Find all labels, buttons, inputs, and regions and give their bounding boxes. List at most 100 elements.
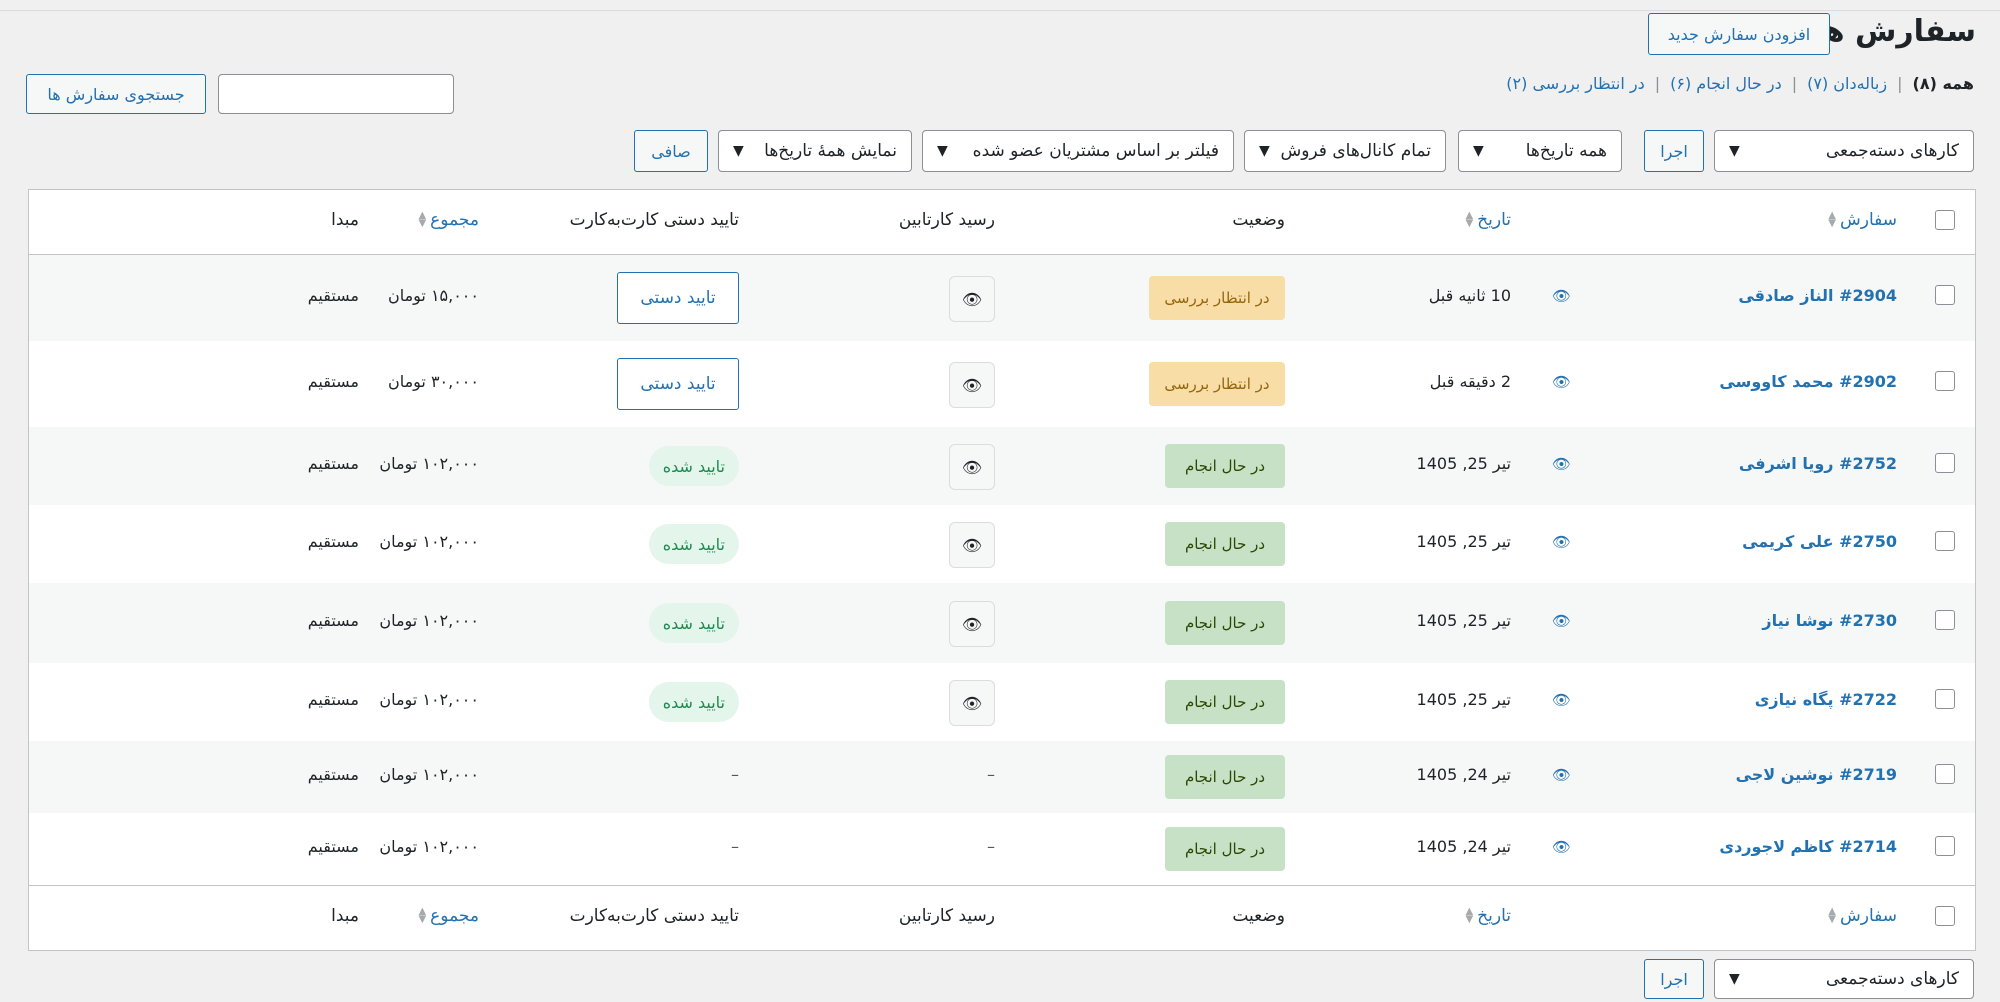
row-checkbox[interactable] bbox=[1935, 531, 1955, 551]
column-footer-order[interactable]: سفارش▲ ▼ bbox=[1824, 906, 1897, 926]
apply-button-bottom[interactable]: اجرا bbox=[1644, 959, 1704, 999]
separator: | bbox=[1897, 74, 1903, 93]
status-badge: در حال انجام bbox=[1165, 601, 1285, 645]
preview-eye-icon[interactable]: 👁 bbox=[1552, 691, 1571, 709]
status-badge: در حال انجام bbox=[1165, 680, 1285, 724]
approved-badge: تایید شده bbox=[648, 446, 739, 486]
search-orders-button[interactable]: جستجوی سفارش ها bbox=[26, 74, 206, 114]
order-date: تیر 24, 1405 bbox=[1416, 837, 1511, 856]
order-origin: مستقیم bbox=[307, 611, 359, 630]
order-link[interactable]: #2752 رویا اشرفی bbox=[1739, 454, 1897, 473]
order-link[interactable]: #2902 محمد کاووسی bbox=[1719, 372, 1897, 391]
receipt-eye-icon[interactable]: 👁 bbox=[949, 601, 995, 647]
order-date: تیر 25, 1405 bbox=[1416, 454, 1511, 473]
preview-eye-icon[interactable]: 👁 bbox=[1552, 766, 1571, 784]
chevron-down-icon: ▼ bbox=[1259, 143, 1270, 159]
bulk-actions-select[interactable]: کارهای دسته‌جمعی ▼ bbox=[1714, 130, 1974, 172]
column-footer-origin: مبدا bbox=[331, 906, 359, 926]
order-link[interactable]: #2730 نوشا نیاز bbox=[1762, 611, 1897, 630]
table-row: #2722 پگاه نیازی 👁 تیر 25, 1405 در حال ا… bbox=[29, 663, 1975, 741]
receipt-eye-icon[interactable]: 👁 bbox=[949, 276, 995, 322]
row-checkbox[interactable] bbox=[1935, 285, 1955, 305]
apply-button[interactable]: اجرا bbox=[1644, 130, 1704, 172]
order-origin: مستقیم bbox=[307, 454, 359, 473]
column-header-total[interactable]: مجموع▲ ▼ bbox=[414, 210, 479, 230]
sort-icon: ▲ ▼ bbox=[1828, 906, 1836, 925]
preview-eye-icon[interactable]: 👁 bbox=[1552, 612, 1571, 630]
orders-table: سفارش▲ ▼ تاریخ▲ ▼ وضعیت رسید کارتابین تایی… bbox=[28, 189, 1976, 951]
chevron-down-icon: ▼ bbox=[937, 143, 948, 159]
customer-filter-select[interactable]: فیلتر بر اساس مشتریان عضو شده ▼ bbox=[922, 130, 1234, 172]
order-date: 2 دقیقه قبل bbox=[1429, 372, 1511, 391]
status-badge: در انتظار بررسی bbox=[1149, 276, 1285, 320]
column-header-order[interactable]: سفارش▲ ▼ bbox=[1824, 210, 1897, 230]
separator: | bbox=[1654, 74, 1661, 93]
row-checkbox[interactable] bbox=[1935, 836, 1955, 856]
manual-approve-button[interactable]: تایید دستی bbox=[617, 358, 739, 410]
status-filter-links: همه (۸) | زباله‌دان (۷) | در حال انجام (… bbox=[1506, 74, 1974, 93]
column-footer-receipt: رسید کارتابین bbox=[898, 906, 995, 926]
column-header-receipt: رسید کارتابین bbox=[898, 210, 995, 230]
bulk-actions-select-bottom[interactable]: کارهای دسته‌جمعی ▼ bbox=[1714, 959, 1974, 999]
show-dates-select[interactable]: نمایش همهٔ تاریخ‌ها ▼ bbox=[718, 130, 912, 172]
table-row: #2752 رویا اشرفی 👁 تیر 25, 1405 در حال ا… bbox=[29, 427, 1975, 505]
search-input[interactable] bbox=[218, 74, 454, 114]
date-filter-select[interactable]: همه تاریخ‌ها ▼ bbox=[1458, 130, 1622, 172]
row-checkbox[interactable] bbox=[1935, 610, 1955, 630]
receipt-eye-icon[interactable]: 👁 bbox=[949, 362, 995, 408]
admin-top-bar bbox=[0, 0, 2000, 11]
footer-divider bbox=[29, 885, 1975, 886]
order-link[interactable]: #2750 علی کریمی bbox=[1742, 532, 1897, 551]
order-total: ۱۰۲,۰۰۰ تومان bbox=[379, 532, 479, 551]
approved-badge: تایید شده bbox=[648, 603, 739, 643]
chevron-down-icon: ▼ bbox=[1473, 143, 1484, 159]
row-checkbox[interactable] bbox=[1935, 764, 1955, 784]
row-checkbox[interactable] bbox=[1935, 689, 1955, 709]
receipt-empty: – bbox=[987, 765, 995, 784]
preview-eye-icon[interactable]: 👁 bbox=[1552, 455, 1571, 473]
preview-eye-icon[interactable]: 👁 bbox=[1552, 373, 1571, 391]
order-date: تیر 25, 1405 bbox=[1416, 532, 1511, 551]
manual-empty: – bbox=[731, 837, 739, 856]
order-date: تیر 24, 1405 bbox=[1416, 765, 1511, 784]
select-all-checkbox-footer[interactable] bbox=[1935, 906, 1955, 926]
order-link[interactable]: #2714 کاظم لاجوردی bbox=[1719, 837, 1897, 856]
preview-eye-icon[interactable]: 👁 bbox=[1552, 533, 1571, 551]
order-origin: مستقیم bbox=[307, 286, 359, 305]
order-date: 10 ثانیه قبل bbox=[1428, 286, 1511, 305]
status-link-all[interactable]: همه (۸) bbox=[1913, 74, 1975, 93]
status-link-processing[interactable]: در حال انجام (۶) bbox=[1670, 74, 1782, 93]
table-row: #2719 نوشین لاجی 👁 تیر 24, 1405 در حال ا… bbox=[29, 741, 1975, 813]
receipt-eye-icon[interactable]: 👁 bbox=[949, 680, 995, 726]
sales-channel-select[interactable]: تمام کانال‌های فروش ▼ bbox=[1244, 130, 1446, 172]
status-link-pending[interactable]: در انتظار بررسی (۲) bbox=[1506, 74, 1644, 93]
column-header-manual-approval: تایید دستی کارت‌به‌کارت bbox=[569, 210, 739, 230]
column-footer-date[interactable]: تاریخ▲ ▼ bbox=[1461, 906, 1511, 926]
row-checkbox[interactable] bbox=[1935, 371, 1955, 391]
row-checkbox[interactable] bbox=[1935, 453, 1955, 473]
sort-icon: ▲ ▼ bbox=[1828, 210, 1836, 229]
order-origin: مستقیم bbox=[307, 690, 359, 709]
filter-button[interactable]: صافی bbox=[634, 130, 708, 172]
page-title: سفارش ها bbox=[1812, 14, 1976, 49]
preview-eye-icon[interactable]: 👁 bbox=[1552, 838, 1571, 856]
order-link[interactable]: #2722 پگاه نیازی bbox=[1755, 690, 1897, 709]
order-total: ۳۰,۰۰۰ تومان bbox=[387, 372, 479, 391]
order-link[interactable]: #2904 الناز صادقی bbox=[1738, 286, 1897, 305]
receipt-eye-icon[interactable]: 👁 bbox=[949, 522, 995, 568]
add-new-order-button[interactable]: افزودن سفارش جدید bbox=[1648, 13, 1830, 55]
column-header-origin: مبدا bbox=[331, 210, 359, 230]
order-origin: مستقیم bbox=[307, 372, 359, 391]
manual-approve-button[interactable]: تایید دستی bbox=[617, 272, 739, 324]
status-badge: در حال انجام bbox=[1165, 522, 1285, 566]
column-header-date[interactable]: تاریخ▲ ▼ bbox=[1461, 210, 1511, 230]
receipt-eye-icon[interactable]: 👁 bbox=[949, 444, 995, 490]
order-origin: مستقیم bbox=[307, 532, 359, 551]
preview-eye-icon[interactable]: 👁 bbox=[1552, 287, 1571, 305]
select-all-checkbox[interactable] bbox=[1935, 210, 1955, 230]
chevron-down-icon: ▼ bbox=[1729, 143, 1740, 159]
order-date: تیر 25, 1405 bbox=[1416, 690, 1511, 709]
column-footer-total[interactable]: مجموع▲ ▼ bbox=[414, 906, 479, 926]
order-link[interactable]: #2719 نوشین لاجی bbox=[1736, 765, 1897, 784]
status-link-trash[interactable]: زباله‌دان (۷) bbox=[1807, 74, 1887, 93]
